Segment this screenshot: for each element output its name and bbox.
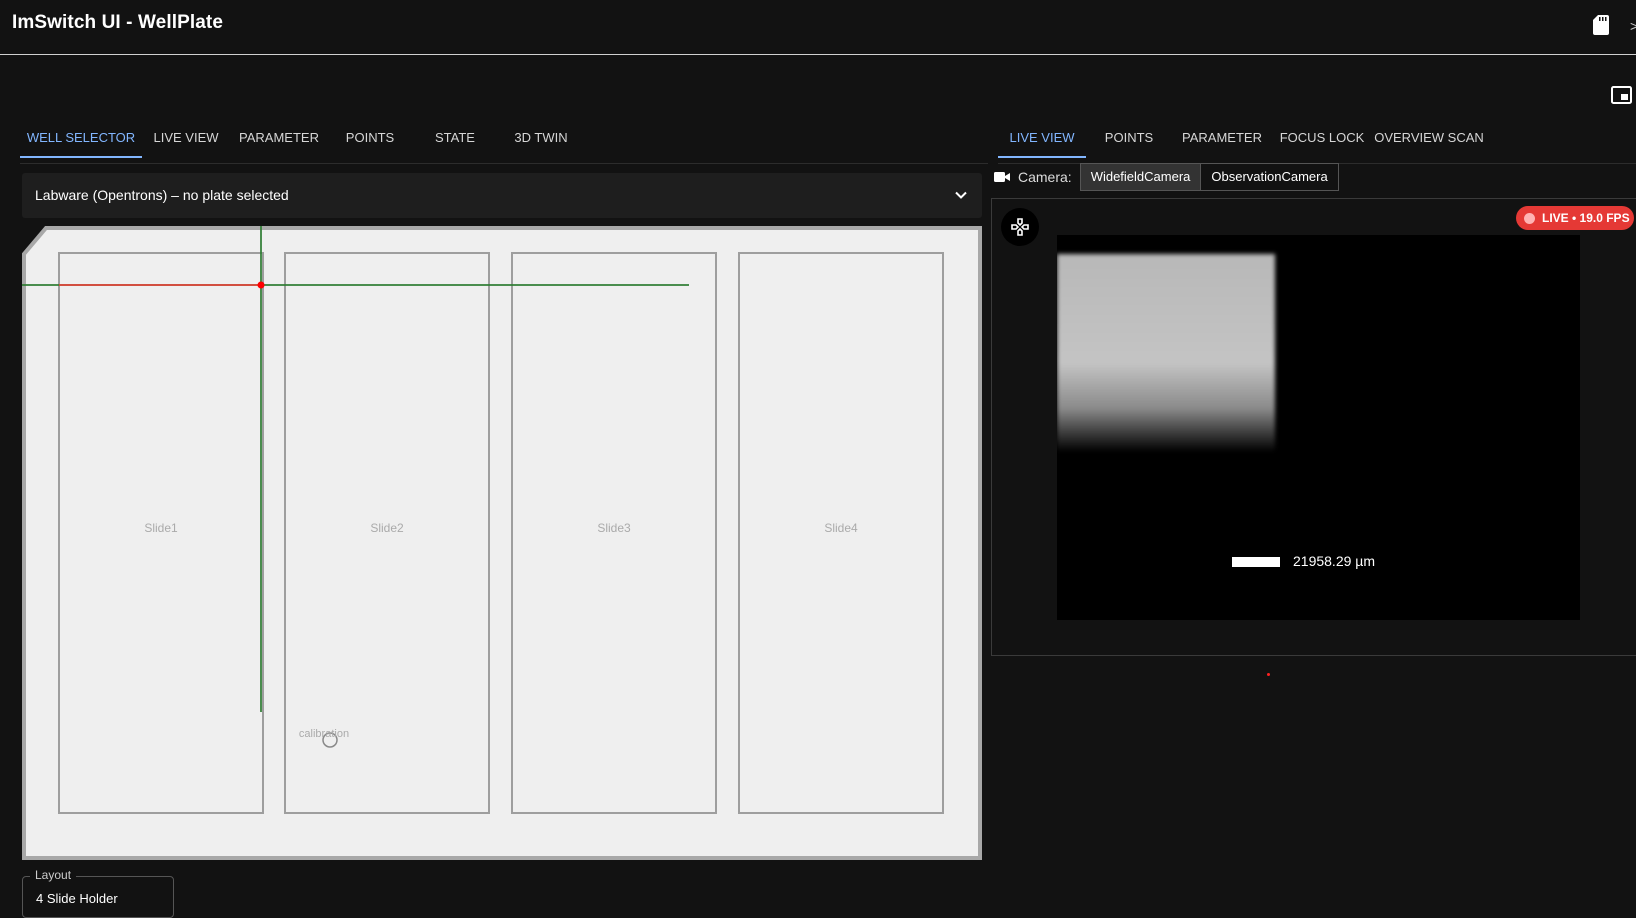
well-plate-canvas[interactable]: Slide1 Slide2 Slide3 Slide4 calibration	[22, 226, 982, 860]
camera-frame[interactable]: 21958.29 µm	[1057, 235, 1580, 620]
record-dot-icon	[1524, 212, 1535, 224]
tab-live-view[interactable]: LIVE VIEW	[142, 118, 230, 158]
labware-title: Labware (Opentrons) – no plate selected	[35, 187, 289, 203]
widefield-camera-button[interactable]: WidefieldCamera	[1079, 163, 1202, 191]
slide-2-label: Slide2	[370, 521, 404, 535]
live-fps-badge: LIVE • 19.0 FPS	[1516, 206, 1634, 230]
tab-overview-scan[interactable]: OVERVIEW SCAN	[1372, 118, 1486, 158]
scale-bar-label: 21958.29 µm	[1293, 553, 1376, 569]
labware-accordion[interactable]: Labware (Opentrons) – no plate selected	[22, 173, 982, 218]
tab-right-parameter[interactable]: PARAMETER	[1172, 118, 1272, 158]
app-bar: ImSwitch UI - WellPlate >	[0, 0, 1636, 55]
right-tab-bar: LIVE VIEW POINTS PARAMETER FOCUS LOCK OV…	[998, 118, 1636, 164]
slide-3-label: Slide3	[597, 521, 631, 535]
illuminated-region	[1057, 254, 1275, 452]
videocam-icon	[994, 172, 1010, 182]
left-tab-bar: WELL SELECTOR LIVE VIEW PARAMETER POINTS…	[20, 118, 988, 164]
camera-label: Camera:	[1018, 169, 1072, 185]
slide-1-label: Slide1	[144, 521, 178, 535]
chevron-down-icon[interactable]	[954, 188, 968, 202]
tab-parameter[interactable]: PARAMETER	[230, 118, 328, 158]
sd-card-icon[interactable]	[1593, 15, 1609, 35]
tab-state[interactable]: STATE	[412, 118, 498, 158]
camera-selector: Camera: WidefieldCamera ObservationCamer…	[994, 163, 1339, 191]
tab-3d-twin[interactable]: 3D TWIN	[498, 118, 584, 158]
layout-legend: Layout	[30, 868, 77, 882]
scale-bar	[1232, 557, 1280, 567]
tab-right-points[interactable]: POINTS	[1086, 118, 1172, 158]
plate-outline	[22, 226, 982, 860]
observation-camera-button[interactable]: ObservationCamera	[1201, 163, 1339, 191]
tab-well-selector[interactable]: WELL SELECTOR	[20, 118, 142, 158]
slide-4-label: Slide4	[824, 521, 858, 535]
tab-points[interactable]: POINTS	[328, 118, 412, 158]
position-dot	[1267, 673, 1270, 676]
app-title: ImSwitch UI - WellPlate	[12, 12, 223, 33]
tab-right-live-view[interactable]: LIVE VIEW	[998, 118, 1086, 158]
picture-in-picture-icon[interactable]	[1611, 86, 1632, 104]
overflow-indicator: >	[1630, 18, 1636, 34]
joystick-button[interactable]	[1001, 208, 1039, 246]
layout-value: 4 Slide Holder	[36, 891, 118, 906]
tab-focus-lock[interactable]: FOCUS LOCK	[1272, 118, 1372, 158]
gamepad-icon	[1011, 218, 1029, 236]
calibration-label: calibration	[299, 728, 349, 740]
current-position-marker	[257, 281, 265, 289]
live-fps-text: LIVE • 19.0 FPS	[1542, 211, 1630, 225]
